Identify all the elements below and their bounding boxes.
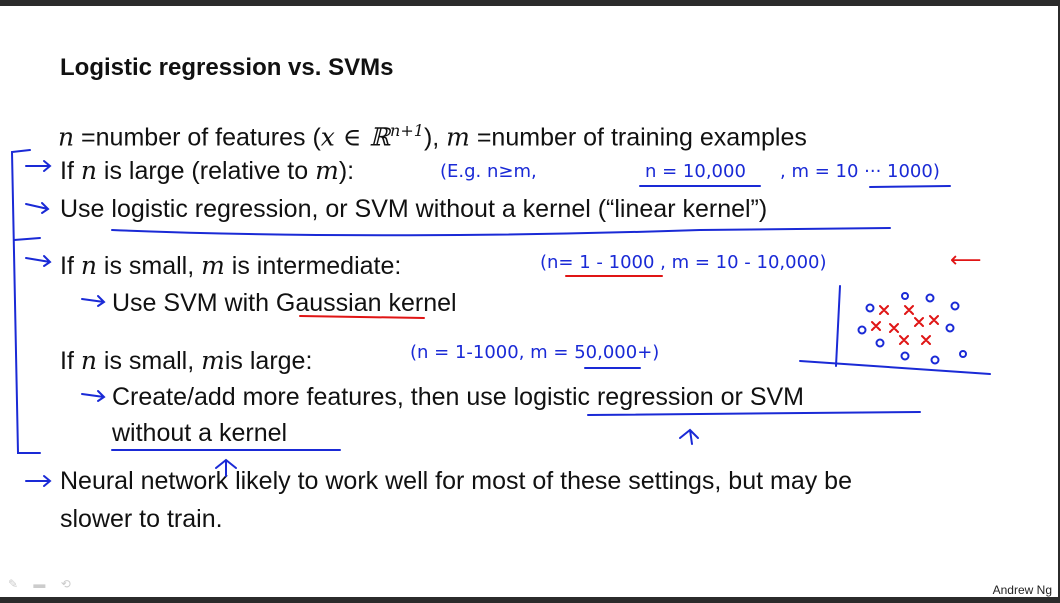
underline-case1-rec [111,227,891,237]
scatter-y-axis [835,285,841,367]
slide: Logistic regression vs. SVMs n =number o… [0,6,1058,597]
arrow-neural [25,475,52,487]
footer-author: Andrew Ng [992,583,1052,597]
scatter-crosses [871,305,939,345]
caret-svm [679,428,699,445]
underline-m-value [869,185,951,188]
arrow-case1-rec [25,202,50,214]
arrow-case2 [25,255,52,267]
arrow-case2-rec [81,295,106,307]
caret-kernel [215,458,237,477]
arrow-case3-rec [81,390,106,402]
underline-gaussian [299,315,425,319]
bracket-case2 [13,237,41,241]
ink-annotations [10,149,991,487]
arrow-case1 [25,160,52,172]
underline-case3-rec [587,411,921,416]
pen-toolbar[interactable]: ✎ ▬ ⟲ [8,577,77,591]
left-bracket [10,149,41,454]
scatter-x-axis [799,360,991,375]
